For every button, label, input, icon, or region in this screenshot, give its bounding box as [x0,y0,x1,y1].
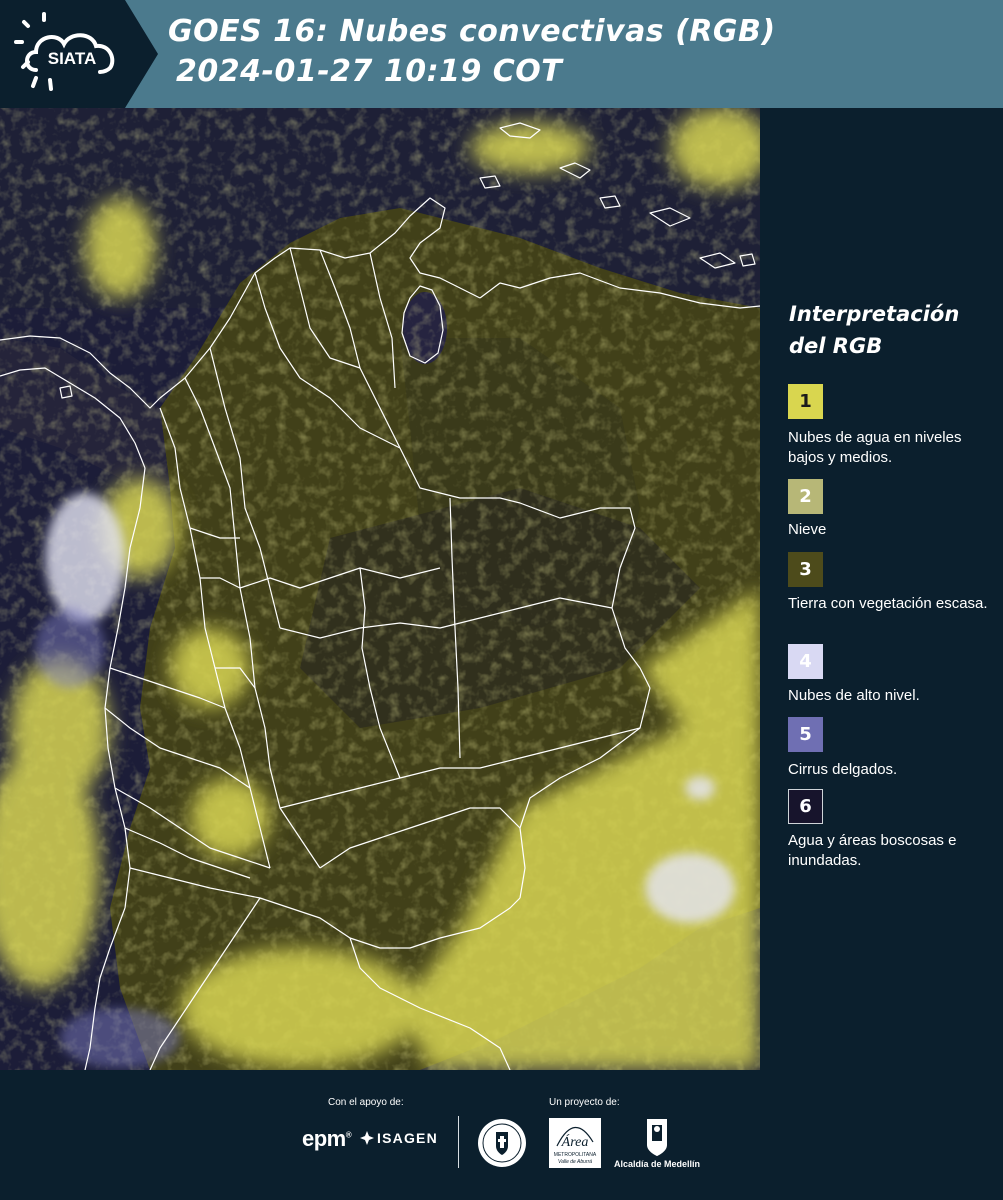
siata-logo: SIATA [14,12,115,91]
isagen-icon [360,1131,374,1145]
alcaldia-logo: Alcaldía de Medellín [612,1117,702,1173]
area-logo-title: Área [561,1133,589,1150]
legend-label-3: Tierra con vegetación escasa. [788,595,988,612]
legend-label-2: Nieve [788,521,827,538]
footer-divider [458,1116,459,1168]
area-logo-sub2: Valle de Aburrá [558,1159,592,1165]
legend-swatch-2: 2 [788,479,823,514]
legend-label-1: Nubes de agua en niveles bajos y medios. [788,429,962,466]
legend-swatch-6: 6 [788,789,823,824]
area-logo-sub1: METROPOLITANA [554,1152,597,1158]
medellin-seal [478,1119,526,1167]
logo-text: SIATA [48,49,96,68]
legend-label-5: Cirrus delgados. [788,761,898,778]
epm-logo: epm® [302,1126,352,1151]
legend-title: Interpretación del RGB [789,302,960,358]
legend-panel: Interpretación del RGB 1 Nubes de agua en… [760,108,1003,1070]
legend-label-6: Agua y áreas boscosas e inundadas. [788,832,957,869]
isagen-logo-text: ISAGEN [377,1130,438,1146]
satellite-image [0,108,760,1070]
epm-logo-text: epm [302,1126,346,1151]
legend-swatch-4: 4 [788,644,823,679]
alcaldia-text: Alcaldía de Medellín [613,1159,701,1169]
legend-swatch-3: 3 [788,552,823,587]
legend-swatch-5: 5 [788,717,823,752]
header: SIATA GOES 16: Nubes convectivas (RGB) 2… [0,0,1003,108]
project-caption: Un proyecto de: [549,1097,620,1108]
support-caption: Con el apoyo de: [328,1097,404,1108]
area-metropolitana-logo: Área METROPOLITANA Valle de Aburrá [549,1118,601,1168]
legend-label-4: Nubes de alto nivel. [788,687,920,704]
alcaldia-shield-icon [647,1119,667,1156]
footer: Con el apoyo de: Un proyecto de: epm® IS… [0,1070,1003,1200]
title-line-2: 2024-01-27 10:19 COT [176,54,563,89]
satellite-map[interactable] [0,108,760,1070]
legend-swatch-1: 1 [788,384,823,419]
isagen-logo: ISAGEN [360,1130,438,1146]
title-line-1: GOES 16: Nubes convectivas (RGB) [168,14,776,49]
